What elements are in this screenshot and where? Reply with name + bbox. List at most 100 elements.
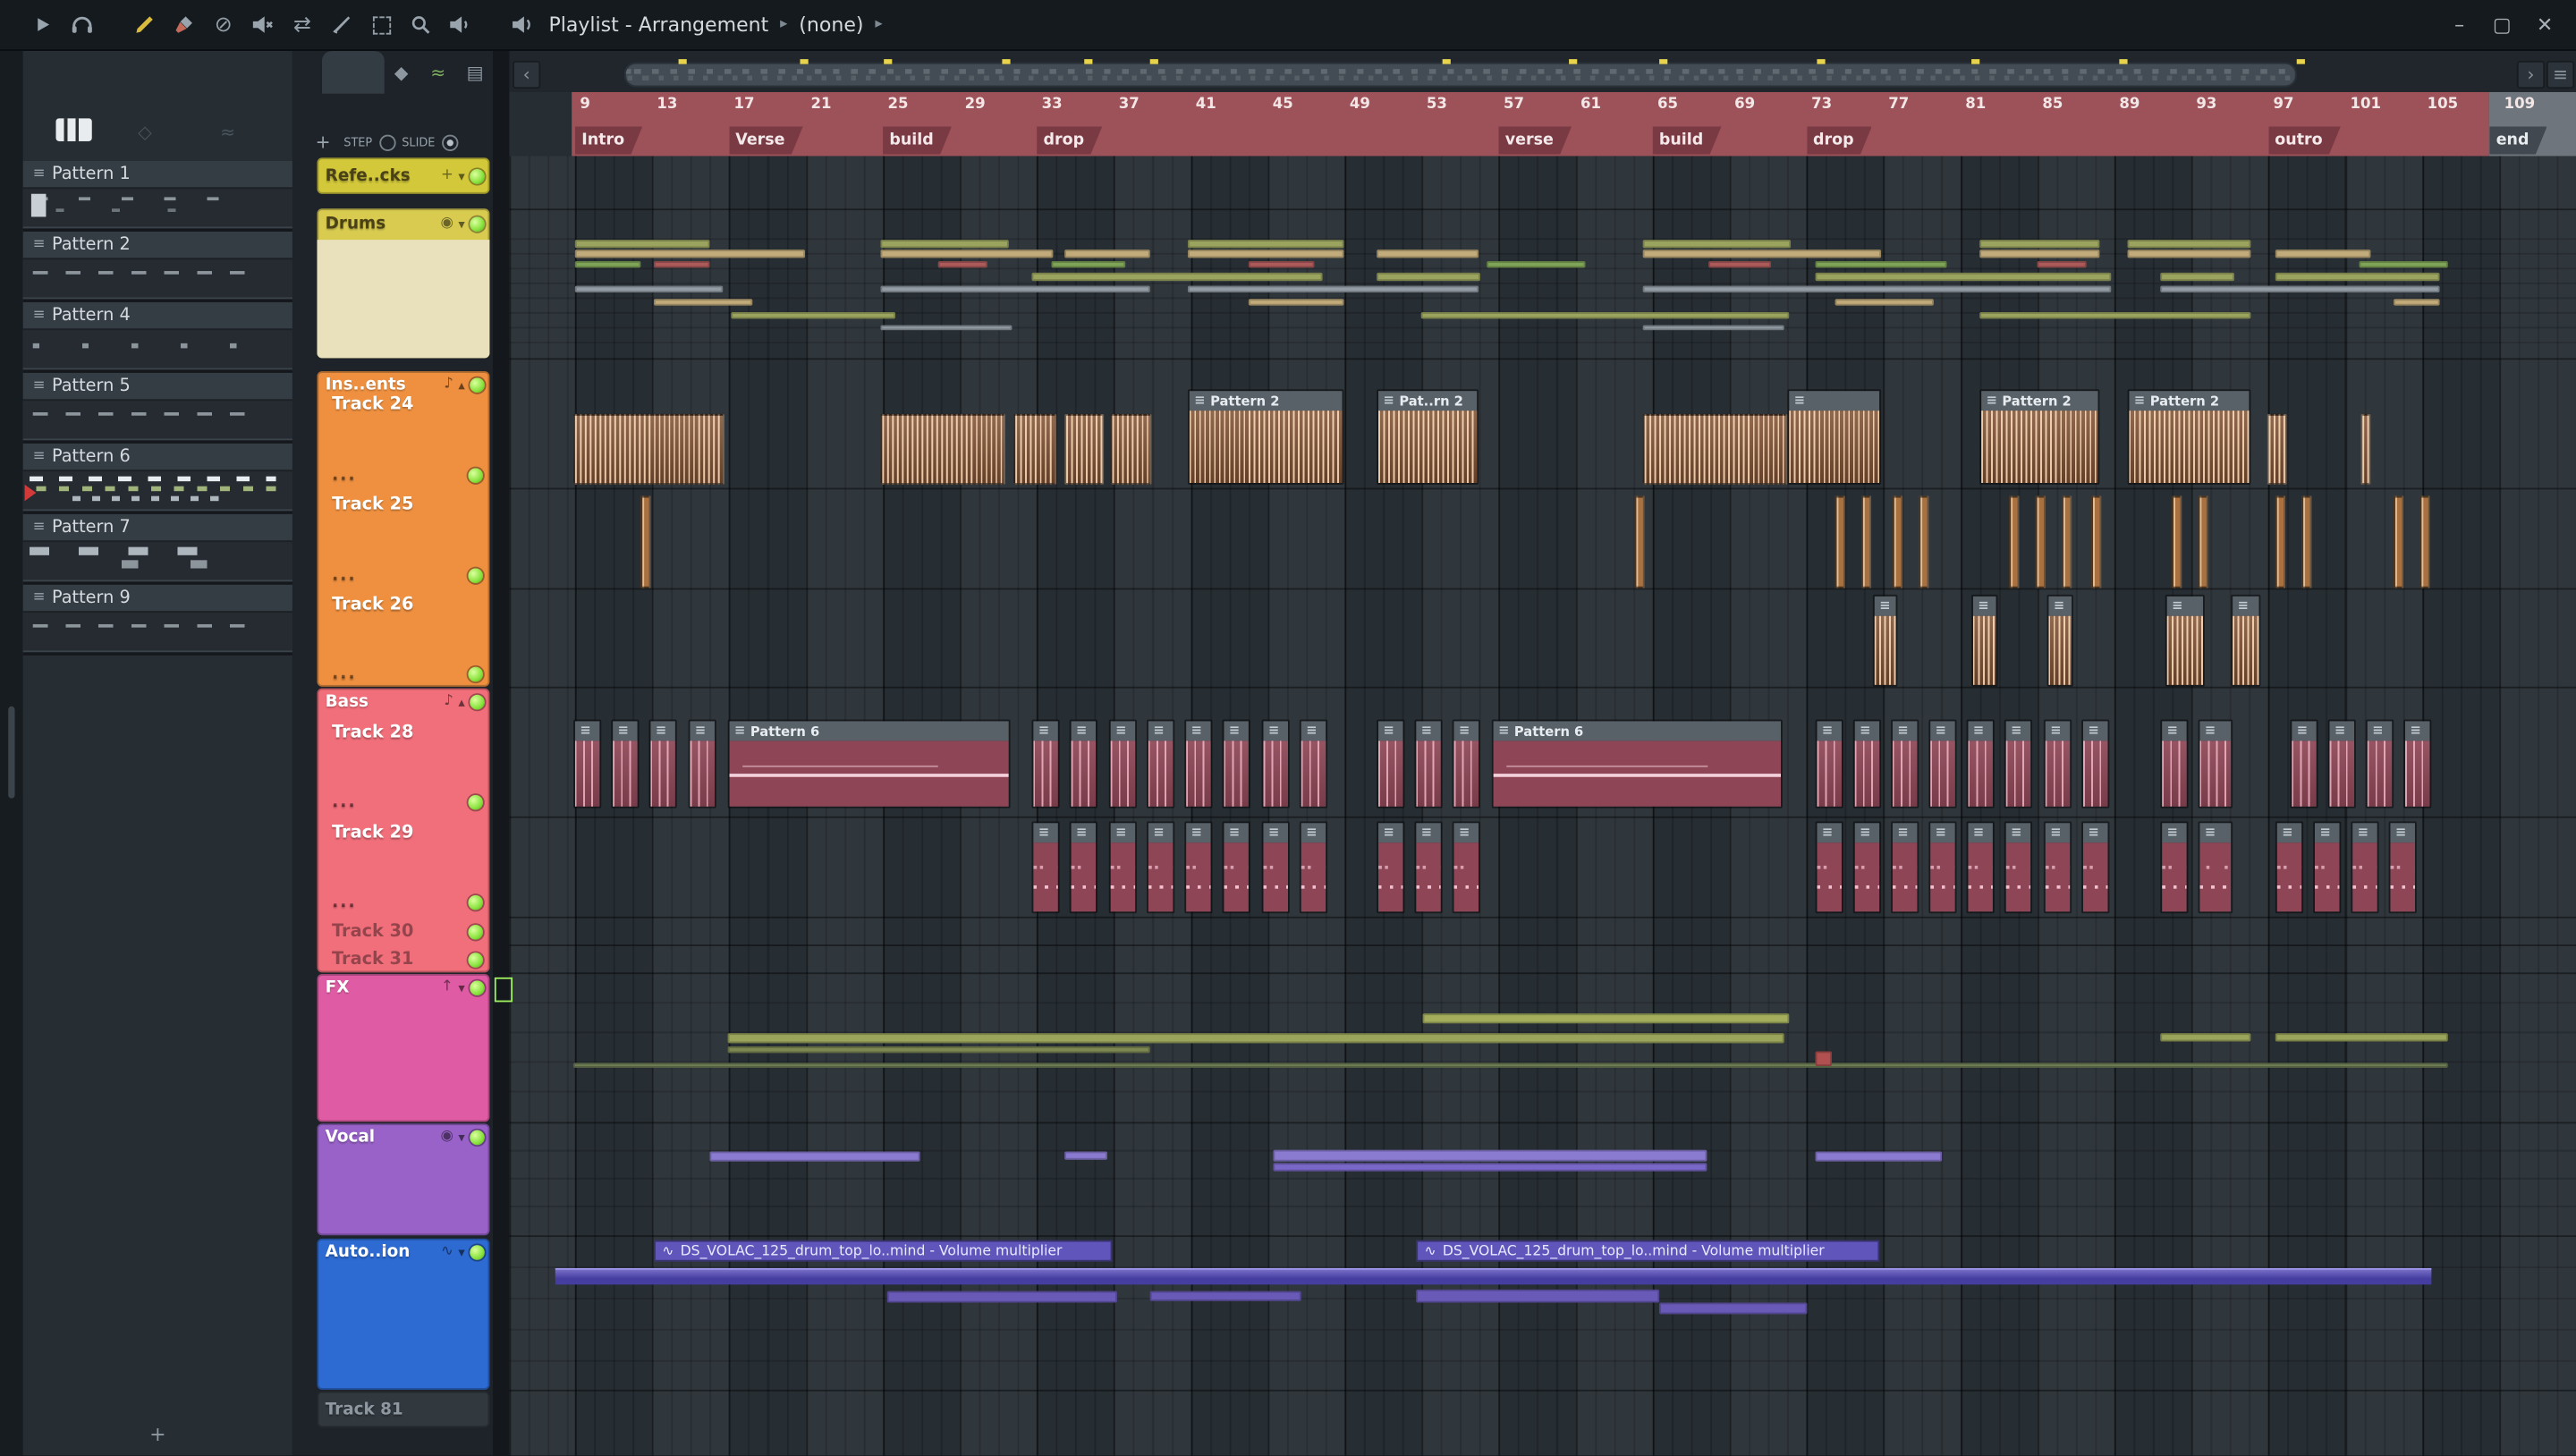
clip-strip[interactable] [1835, 299, 1934, 306]
clip-menu-icon[interactable]: ≡ [1268, 825, 1279, 840]
clip-header[interactable]: ≡ Pat..rn 2 [1378, 391, 1478, 411]
track-enable-led[interactable] [470, 1129, 485, 1145]
clip-menu-icon[interactable]: ≡ [2410, 724, 2420, 738]
track-block-vocal[interactable]: Vocal ◉ ▾ [317, 1123, 490, 1236]
add-track-button[interactable]: + [316, 131, 331, 153]
bass-note-clip[interactable]: ≡ [2388, 821, 2417, 914]
clip-menu-icon[interactable]: ≡ [2167, 724, 2178, 738]
clip-menu-icon[interactable]: ≡ [2395, 825, 2406, 840]
bass-clip[interactable]: ≡ [1377, 719, 1405, 808]
clip-strip[interactable] [574, 261, 641, 268]
clip-menu-icon[interactable]: ≡ [1384, 394, 1394, 408]
clip-header[interactable]: ≡ [2404, 721, 2430, 741]
section-marker[interactable]: Intro [575, 126, 642, 154]
clip-menu-icon[interactable]: ≡ [1897, 825, 1908, 840]
section-marker[interactable]: outro [2268, 126, 2341, 154]
pattern-preview[interactable] [22, 328, 292, 370]
bass-note-clip[interactable]: ≡ [1108, 821, 1138, 914]
clip-header[interactable]: ≡ [2005, 823, 2031, 843]
bass-clip[interactable]: ≡ [2365, 719, 2394, 808]
clip-strip[interactable] [1051, 261, 1126, 268]
clip-menu-icon[interactable]: ≡ [2050, 724, 2061, 738]
clip-header[interactable]: ≡ [2045, 721, 2071, 741]
clip-strip[interactable] [727, 1045, 1150, 1054]
audio-hit-clip[interactable] [2009, 495, 2020, 588]
bass-clip[interactable]: ≡ [1031, 719, 1060, 808]
clip-header[interactable]: ≡ [1930, 823, 1955, 843]
diamond-icon[interactable]: ◇ [138, 122, 152, 143]
sub-track-led[interactable] [468, 665, 483, 681]
clip-header[interactable]: ≡ [1033, 721, 1058, 741]
clip-strip[interactable] [1642, 325, 1784, 331]
bass-clip[interactable]: ≡ [1966, 719, 1995, 808]
clip-header[interactable]: ≡ [2276, 823, 2302, 843]
monitor-icon[interactable] [444, 8, 477, 41]
sub-track-row[interactable]: Track 25 [317, 491, 489, 517]
track-header[interactable]: Bass ♪ ▴ [317, 689, 489, 715]
clip-header[interactable]: ≡ [1186, 823, 1211, 843]
clip-header[interactable]: ≡ [1071, 823, 1097, 843]
magnifier-icon[interactable] [404, 8, 437, 41]
bass-clip[interactable]: ≡ [2327, 719, 2356, 808]
bass-clip[interactable]: ≡ [1261, 719, 1290, 808]
bass-clip[interactable]: ≡ [1147, 719, 1175, 808]
pattern-preview[interactable] [22, 470, 292, 512]
clip-strip[interactable] [709, 1151, 920, 1162]
section-marker[interactable]: drop [1037, 126, 1102, 154]
sub-track-led[interactable] [468, 467, 483, 483]
clip-header[interactable]: ≡ [2352, 823, 2377, 843]
clip-strip[interactable] [1149, 1291, 1301, 1301]
audio-clip[interactable] [1642, 413, 1788, 485]
clip-header[interactable]: ≡ [2082, 721, 2108, 741]
clip-strip[interactable] [1420, 311, 1790, 319]
clip-strip[interactable] [1248, 261, 1315, 268]
clip-strip[interactable] [1064, 250, 1150, 258]
clip-header[interactable]: ≡ [1817, 721, 1842, 741]
clip-menu-icon[interactable]: ≡ [2050, 825, 2061, 840]
audio-hit-clip[interactable] [1892, 495, 1902, 588]
plus-icon[interactable]: + [441, 167, 453, 183]
pattern-preview[interactable] [22, 399, 292, 441]
clip-header[interactable]: ≡ Pattern 6 [729, 721, 1009, 741]
bass-clip[interactable]: ≡ [1184, 719, 1213, 808]
clip-menu-icon[interactable]: ≡ [1306, 724, 1317, 738]
clip-menu-icon[interactable]: ≡ [1822, 724, 1833, 738]
track-header[interactable]: Auto..ion ∿ ▾ [317, 1239, 489, 1265]
track-menu-caret-icon[interactable]: ▾ [458, 216, 464, 232]
track-menu-caret-icon[interactable]: ▾ [458, 1244, 464, 1259]
clip-header[interactable]: ≡ Pattern 2 [1189, 391, 1343, 411]
breadcrumb-arrow-icon[interactable]: ▸ [875, 16, 882, 32]
clip-menu-icon[interactable]: ≡ [1191, 724, 1202, 738]
clip-strip[interactable] [2394, 299, 2440, 306]
clip-menu-icon[interactable]: ≡ [2319, 825, 2330, 840]
clip-menu-icon[interactable]: ≡ [2054, 598, 2064, 613]
step-toggle[interactable] [378, 133, 395, 151]
clip-menu-icon[interactable]: ≡ [2011, 825, 2021, 840]
sub-track-row[interactable]: Track 29 [317, 820, 489, 846]
clip-strip[interactable] [1248, 299, 1344, 306]
clip-strip[interactable] [1979, 311, 2251, 319]
audio-hit-clip[interactable] [2275, 495, 2285, 588]
track-header[interactable]: Track 81 [317, 1392, 489, 1427]
clip-menu-icon[interactable]: ≡ [1973, 825, 1984, 840]
bass-note-clip[interactable]: ≡ [1891, 821, 1919, 914]
clip-menu-icon[interactable]: ≡ [1384, 825, 1394, 840]
clip-menu-icon[interactable]: ≡ [2134, 394, 2145, 408]
clip-header[interactable]: ≡ [1930, 721, 1955, 741]
audio-clip[interactable] [1064, 413, 1105, 485]
pattern-list-item[interactable]: ≡ Pattern 1 [22, 160, 292, 232]
left-scrollbar-thumb[interactable] [8, 706, 15, 799]
clip-header[interactable]: ≡ [2166, 596, 2204, 616]
clip-strip[interactable] [1064, 1151, 1107, 1160]
audio-pattern-clip[interactable]: ≡ [2046, 594, 2073, 687]
track-menu-caret-icon[interactable]: ▾ [458, 168, 464, 183]
wave-icon[interactable]: ∿ [441, 1243, 453, 1259]
track-block-refe-cks[interactable]: Refe..cks + ▾ [317, 157, 490, 194]
pencil-icon[interactable] [128, 8, 161, 41]
clip-header[interactable]: ≡ [1378, 823, 1403, 843]
section-marker[interactable]: build [883, 126, 952, 154]
clip-strip[interactable] [2275, 1033, 2448, 1042]
clip-menu-icon[interactable]: ≡ [580, 724, 590, 738]
clip-menu-icon[interactable]: ≡ [1987, 394, 1997, 408]
clip-strip[interactable] [2127, 250, 2251, 258]
